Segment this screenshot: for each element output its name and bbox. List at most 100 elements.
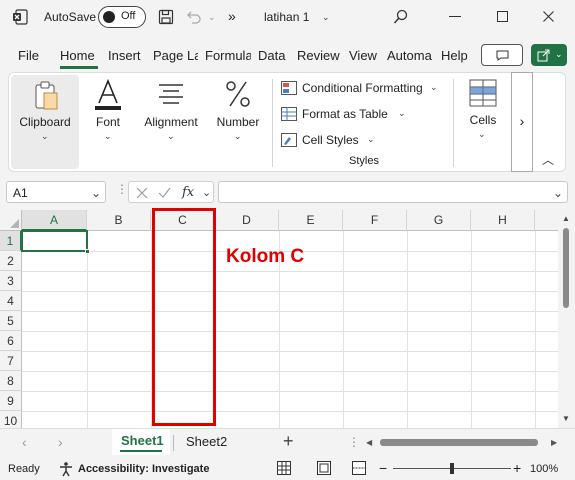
conditional-formatting-label: Conditional Formatting: [302, 81, 423, 95]
column-c-highlight-box: [152, 208, 216, 426]
row-header[interactable]: 7: [0, 351, 22, 371]
column-header[interactable]: [535, 210, 558, 231]
formula-bar: A1 ⌄ ⋮ fx ⌄ ⌄: [0, 176, 575, 208]
font-group[interactable]: Font ⌄: [83, 75, 133, 169]
zoom-out-icon[interactable]: −: [379, 460, 387, 476]
column-header[interactable]: A: [22, 210, 87, 231]
page-layout-view-icon[interactable]: [317, 461, 331, 475]
vertical-scroll-thumb[interactable]: [563, 228, 569, 308]
clipboard-icon: [35, 81, 58, 110]
column-header[interactable]: B: [87, 210, 151, 231]
row-header[interactable]: 6: [0, 331, 22, 351]
fill-handle[interactable]: [85, 249, 90, 254]
page-break-view-icon[interactable]: [352, 461, 366, 475]
gridline: [22, 351, 558, 352]
cancel-icon[interactable]: [136, 187, 148, 199]
name-box[interactable]: A1 ⌄: [6, 181, 106, 203]
tab-help[interactable]: Help: [441, 48, 471, 63]
active-cell-a1[interactable]: [21, 230, 88, 252]
row-header[interactable]: 10: [0, 411, 22, 428]
formula-buttons: fx ⌄: [128, 181, 214, 203]
next-sheet-icon[interactable]: ›: [58, 434, 63, 450]
prev-sheet-icon[interactable]: ‹: [22, 434, 27, 450]
maximize-icon[interactable]: [497, 11, 508, 22]
search-icon[interactable]: [393, 9, 409, 25]
column-header[interactable]: D: [215, 210, 279, 231]
add-sheet-icon[interactable]: +: [283, 431, 294, 452]
tab-data[interactable]: Data: [258, 48, 290, 63]
formula-bar-grip-icon: ⋮: [116, 182, 128, 196]
filename-dropdown-icon[interactable]: ⌄: [322, 12, 330, 23]
share-icon: [537, 49, 550, 62]
sheet1-label: Sheet1: [121, 433, 164, 448]
tab-file[interactable]: File: [18, 48, 40, 63]
percent-icon: [226, 81, 250, 107]
insert-function-icon[interactable]: fx: [182, 185, 194, 200]
gridline: [87, 231, 88, 428]
save-icon[interactable]: [158, 9, 174, 25]
number-group[interactable]: Number ⌄: [209, 75, 267, 169]
autosave-toggle[interactable]: Off: [98, 6, 146, 28]
horizontal-scroll-thumb[interactable]: [380, 439, 538, 446]
zoom-slider[interactable]: [393, 463, 511, 474]
vertical-scrollbar[interactable]: ▲ ▼: [558, 210, 575, 428]
undo-dropdown-icon[interactable]: ⌄: [208, 12, 216, 23]
zoom-slider-thumb[interactable]: [450, 463, 454, 474]
sheet-tab-separator: [173, 435, 174, 451]
close-icon[interactable]: [543, 11, 554, 22]
enter-icon[interactable]: [158, 187, 171, 199]
zoom-in-icon[interactable]: +: [513, 460, 521, 476]
column-header[interactable]: E: [279, 210, 343, 231]
share-button[interactable]: ⌄: [531, 44, 567, 66]
ribbon-scroll-button[interactable]: ›: [511, 72, 533, 172]
more-commands[interactable]: »: [228, 8, 236, 24]
sheet-options-icon[interactable]: ⋮: [348, 435, 360, 449]
accessibility-icon[interactable]: [58, 461, 74, 477]
normal-view-icon[interactable]: [277, 461, 291, 475]
row-header[interactable]: 9: [0, 391, 22, 411]
clipboard-label: Clipboard: [19, 115, 71, 129]
formula-input[interactable]: ⌄: [218, 181, 568, 203]
format-table-icon: [281, 107, 297, 121]
cells-group[interactable]: Cells ⌄: [459, 75, 507, 169]
gridline: [471, 231, 472, 428]
sheet-tab-sheet2[interactable]: Sheet2: [186, 434, 227, 449]
row-header[interactable]: 2: [0, 251, 22, 271]
gridline: [22, 271, 558, 272]
row-header[interactable]: 1: [0, 231, 22, 251]
row-header[interactable]: 3: [0, 271, 22, 291]
minimize-icon[interactable]: [449, 16, 461, 18]
file-name[interactable]: latihan 1: [264, 10, 309, 24]
clipboard-group[interactable]: Clipboard ⌄: [11, 75, 79, 169]
accessibility-status[interactable]: Accessibility: Investigate: [78, 463, 209, 475]
row-header[interactable]: 5: [0, 311, 22, 331]
column-header[interactable]: G: [407, 210, 471, 231]
undo-icon[interactable]: [186, 9, 202, 25]
active-tab-indicator: [60, 66, 98, 69]
ribbon-separator: [453, 79, 454, 167]
column-header[interactable]: F: [343, 210, 407, 231]
row-header[interactable]: 8: [0, 371, 22, 391]
collapse-ribbon-icon[interactable]: ︿: [542, 151, 554, 168]
worksheet-grid[interactable]: A B C D E F G H 1 2 3 4 5 6 7 8 9 10: [0, 210, 558, 428]
alignment-group[interactable]: Alignment ⌄: [139, 75, 203, 169]
sheet-tab-sheet1[interactable]: Sheet1: [112, 429, 170, 455]
comments-button[interactable]: [481, 44, 523, 66]
tab-view[interactable]: View: [349, 48, 381, 63]
sheet-tab-bar: ‹ › Sheet1 Sheet2 + ⋮ ◀ ▶: [0, 428, 575, 458]
tab-insert[interactable]: Insert: [108, 48, 146, 63]
expand-formula-icon[interactable]: ⌄: [553, 186, 563, 200]
tab-home[interactable]: Home: [60, 48, 100, 63]
gridline: [22, 331, 558, 332]
tab-review[interactable]: Review: [297, 48, 341, 63]
zoom-level[interactable]: 100%: [530, 463, 558, 475]
name-box-dropdown-icon[interactable]: ⌄: [91, 186, 101, 200]
tab-formulas[interactable]: Formula: [205, 48, 251, 63]
column-header[interactable]: H: [471, 210, 535, 231]
tab-page-layout[interactable]: Page La: [153, 48, 198, 63]
title-bar: AutoSave Off ⌄ » latihan 1 ⌄: [0, 0, 575, 34]
tab-automate[interactable]: Automa: [387, 48, 435, 63]
excel-logo-icon: [13, 9, 28, 25]
select-all-button[interactable]: [0, 210, 22, 231]
row-header[interactable]: 4: [0, 291, 22, 311]
